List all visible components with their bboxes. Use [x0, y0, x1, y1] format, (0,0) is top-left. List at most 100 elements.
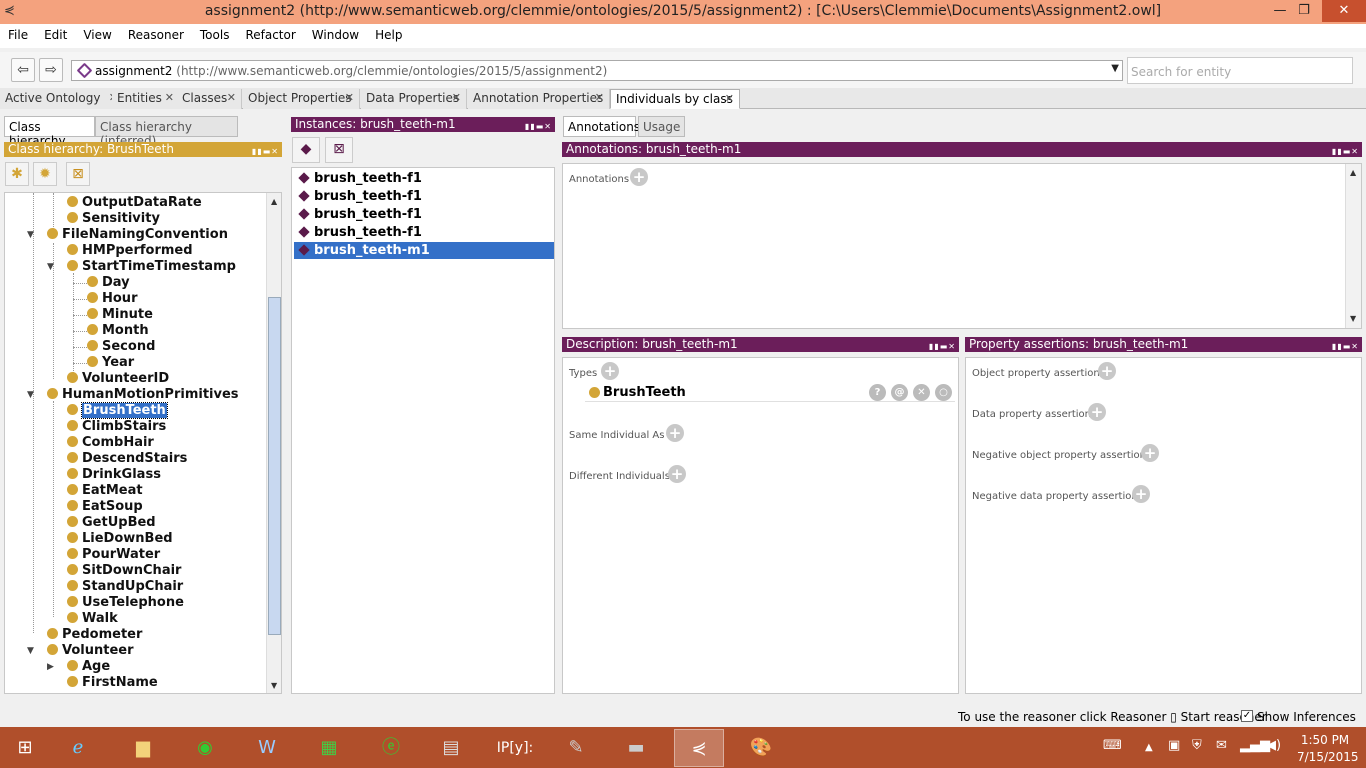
ipython-icon[interactable]: IP[y]: [490, 729, 540, 767]
scroll-down-icon[interactable]: ▼ [1350, 314, 1356, 323]
tree-node[interactable]: StartTimeTimestamp [67, 259, 236, 274]
scroll-up-icon[interactable]: ▲ [1350, 168, 1356, 177]
close-icon[interactable]: ✕ [725, 92, 734, 105]
add-same-individual-icon[interactable]: + [666, 424, 684, 442]
delete-class-icon[interactable]: ⊠ [66, 162, 90, 186]
add-negative-object-assertion-icon[interactable]: + [1141, 444, 1159, 462]
tree-node[interactable]: ClimbStairs [67, 419, 166, 434]
close-icon[interactable]: ✕ [227, 91, 236, 104]
tab-object-properties[interactable]: Object Properties ✕ [243, 89, 360, 109]
ontology-selector[interactable]: assignment2 (http://www.semanticweb.org/… [71, 60, 1123, 81]
tree-node[interactable]: VolunteerID [67, 371, 169, 386]
tab-class-hierarchy[interactable]: Class hierarchy [4, 116, 95, 148]
command-prompt-icon[interactable]: ▬ [611, 729, 661, 767]
tree-node[interactable]: HumanMotionPrimitives [47, 387, 239, 402]
tree-node[interactable]: Sensitivity [67, 211, 160, 226]
list-item[interactable]: brush_teeth-f1 [294, 224, 554, 241]
word-icon[interactable]: W [242, 729, 292, 767]
internet-explorer-icon[interactable]: ℯ [53, 729, 103, 767]
pen-tool-icon[interactable]: ✎ [551, 729, 601, 767]
tree-node[interactable]: FileNamingConvention [47, 227, 228, 242]
maximize-button[interactable]: ❐ [1290, 0, 1318, 22]
scroll-up-icon[interactable]: ▲ [271, 197, 277, 206]
tab-usage[interactable]: Usage [638, 116, 685, 137]
delete-icon[interactable]: ✕ [913, 384, 930, 401]
tree-node[interactable]: SitDownChair [67, 563, 181, 578]
tree-node[interactable]: Pedometer [47, 627, 142, 642]
list-item[interactable]: brush_teeth-f1 [294, 188, 554, 205]
add-individual-icon[interactable]: ◆ [292, 137, 320, 163]
search-input[interactable]: Search for entity [1127, 57, 1353, 84]
tree-node[interactable]: StandUpChair [67, 579, 183, 594]
view-controls-icon[interactable]: ▮▮▬✕ [525, 119, 552, 134]
view-controls-icon[interactable]: ▮▮▬✕ [1332, 339, 1359, 354]
add-object-assertion-icon[interactable]: + [1098, 362, 1116, 380]
close-icon[interactable]: ✕ [345, 91, 354, 104]
tree-node[interactable]: EatSoup [67, 499, 143, 514]
tree-node-selected[interactable]: BrushTeeth [67, 402, 168, 419]
tab-active-ontology[interactable]: Active Ontology✕ [0, 89, 124, 109]
app-spiral-icon[interactable]: ⓔ [366, 729, 416, 767]
protege-taskbar-icon[interactable]: ⋞ [674, 729, 724, 767]
forward-arrow-icon[interactable]: ⇨ [39, 58, 63, 82]
tree-node[interactable]: Hour [87, 291, 137, 306]
annotate-icon[interactable]: @ [891, 384, 908, 401]
view-controls-icon[interactable]: ▮▮▬✕ [929, 339, 956, 354]
tree-node[interactable]: DescendStairs [67, 451, 187, 466]
add-sibling-icon[interactable]: ✹ [33, 162, 57, 186]
tree-node[interactable]: LieDownBed [67, 531, 173, 546]
explain-icon[interactable]: ? [869, 384, 886, 401]
tree-node[interactable]: OutputDataRate [67, 195, 202, 210]
add-different-individual-icon[interactable]: + [668, 465, 686, 483]
tab-class-hierarchy-inferred[interactable]: Class hierarchy (inferred) [95, 116, 238, 148]
menu-window[interactable]: Window [304, 24, 367, 42]
file-explorer-icon[interactable]: ▆ [118, 729, 168, 767]
edit-icon[interactable]: ○ [935, 384, 952, 401]
expand-toggle-icon[interactable]: ▼ [27, 646, 34, 656]
scroll-down-icon[interactable]: ▼ [271, 681, 277, 690]
app-green-icon[interactable]: ◉ [180, 729, 230, 767]
add-data-assertion-icon[interactable]: + [1088, 403, 1106, 421]
tree-node[interactable]: FirstName [67, 675, 158, 690]
add-type-icon[interactable]: + [601, 362, 619, 380]
tree-node[interactable]: Month [87, 323, 149, 338]
tree-node[interactable]: Age [67, 659, 110, 674]
show-hidden-icons-icon[interactable]: ▲ [1145, 742, 1153, 753]
tray-app-icon[interactable]: ▣ [1168, 738, 1180, 753]
view-controls-icon[interactable]: ▮▮▬✕ [1332, 144, 1359, 159]
paint-icon[interactable]: 🎨 [736, 729, 786, 767]
list-item-selected[interactable]: brush_teeth-m1 [294, 242, 554, 259]
show-inferences-checkbox[interactable]: ✓ [1241, 710, 1253, 722]
tree-node[interactable]: Walk [67, 611, 118, 626]
tree-node[interactable]: PourWater [67, 547, 160, 562]
tree-node[interactable]: Second [87, 339, 155, 354]
add-negative-data-assertion-icon[interactable]: + [1132, 485, 1150, 503]
tree-node[interactable]: UseTelephone [67, 595, 184, 610]
menu-refactor[interactable]: Refactor [237, 24, 303, 42]
class-tree-scrollbar[interactable]: ▲ ▼ [266, 193, 281, 693]
menu-file[interactable]: File [0, 24, 36, 42]
close-icon[interactable]: ✕ [595, 91, 604, 104]
tree-node[interactable]: Year [87, 355, 134, 370]
add-subclass-icon[interactable]: ✱ [5, 162, 29, 186]
class-tree[interactable]: OutputDataRate Sensitivity ▼ FileNamingC… [4, 192, 282, 694]
menu-edit[interactable]: Edit [36, 24, 75, 42]
tree-node[interactable]: HMPperformed [67, 243, 193, 258]
tree-node[interactable]: Volunteer [47, 643, 134, 658]
instances-list[interactable]: brush_teeth-f1 brush_teeth-f1 brush_teet… [291, 167, 555, 694]
tree-node[interactable]: EatMeat [67, 483, 143, 498]
tree-node[interactable]: CombHair [67, 435, 154, 450]
clock-date[interactable]: 7/15/2015 [1297, 750, 1359, 764]
close-icon[interactable]: ✕ [165, 91, 174, 104]
expand-toggle-icon[interactable]: ▼ [27, 390, 34, 400]
scrollbar-thumb[interactable] [268, 297, 281, 635]
list-item[interactable]: brush_teeth-f1 [294, 206, 554, 223]
type-row[interactable]: BrushTeeth ? @ ✕ ○ [585, 384, 955, 402]
tree-node[interactable]: Minute [87, 307, 153, 322]
delete-individual-icon[interactable]: ⊠ [325, 137, 353, 163]
tab-individuals-by-class[interactable]: Individuals by class ✕ [610, 89, 740, 109]
menu-view[interactable]: View [75, 24, 119, 42]
chevron-down-icon[interactable]: ▼ [1111, 63, 1119, 74]
tree-node[interactable]: Day [87, 275, 130, 290]
close-button[interactable]: ✕ [1322, 0, 1366, 22]
